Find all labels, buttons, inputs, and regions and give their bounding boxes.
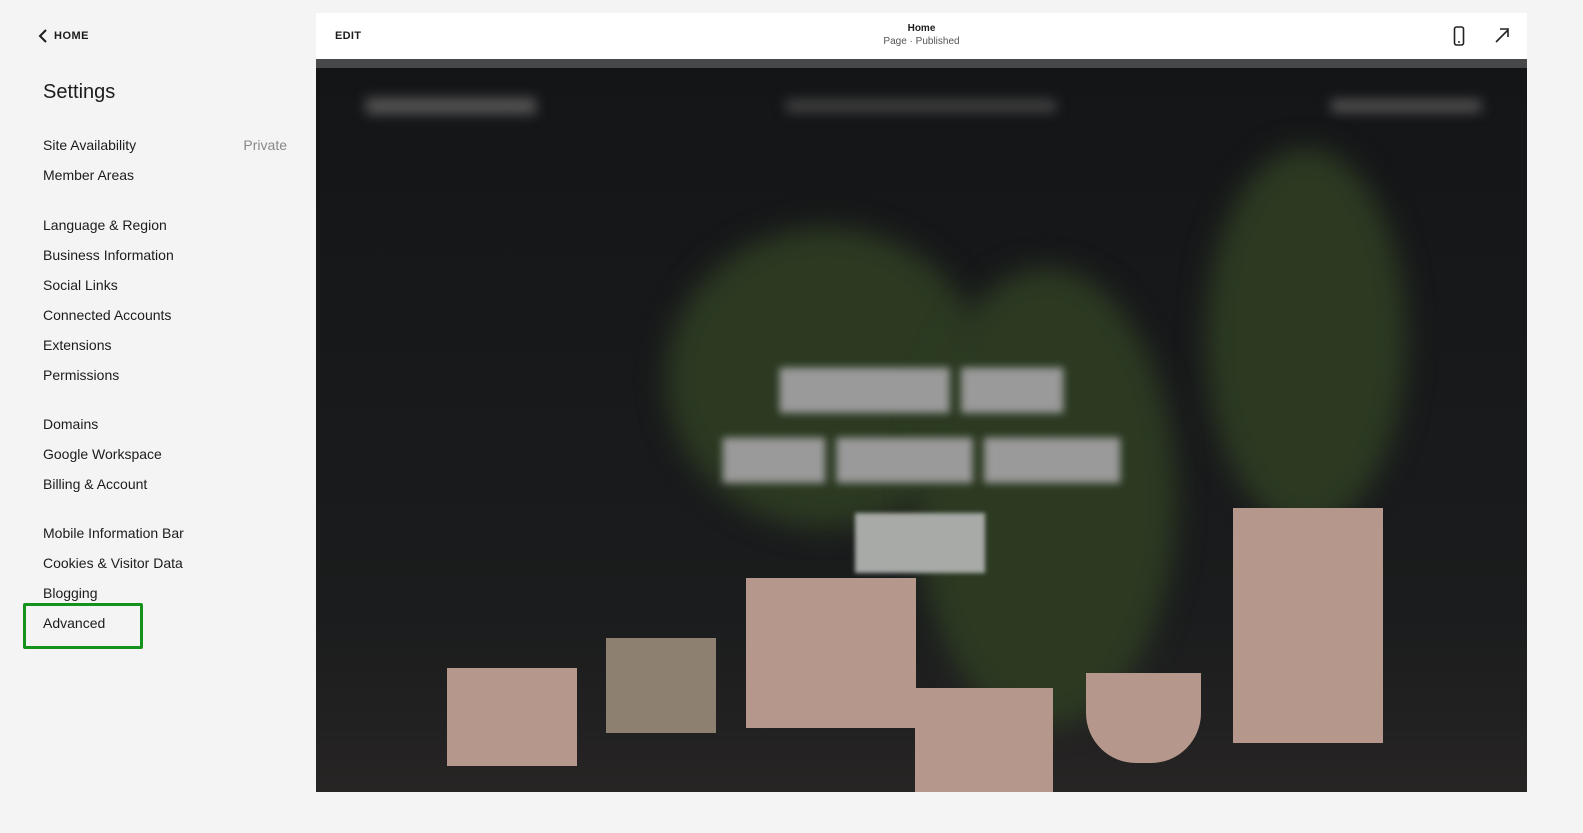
sidebar-item-extensions[interactable]: Extensions xyxy=(43,337,287,353)
sidebar-item-business-information[interactable]: Business Information xyxy=(43,247,287,263)
back-home-link[interactable]: HOME xyxy=(38,29,89,43)
edit-button[interactable]: EDIT xyxy=(335,30,361,42)
sidebar-item-permissions[interactable]: Permissions xyxy=(43,367,287,383)
pot xyxy=(746,578,916,728)
site-availability-value: Private xyxy=(243,137,287,153)
blurred-icons xyxy=(1331,100,1481,112)
preview-toolbar: EDIT Home Page · Published xyxy=(316,13,1527,59)
page-name: Home xyxy=(907,23,936,34)
pot xyxy=(1086,673,1201,763)
blurred-logo xyxy=(366,98,536,114)
mobile-icon[interactable] xyxy=(1453,26,1465,46)
site-preview-frame: EDIT Home Page · Published ▇▇▇▇▇ ▇▇▇ ▇▇▇ … xyxy=(316,13,1527,792)
back-home-label: HOME xyxy=(54,30,89,42)
preview-divider xyxy=(316,59,1527,68)
pot xyxy=(447,668,577,766)
page-info: Home Page · Published xyxy=(316,23,1527,47)
blurred-cta-button xyxy=(855,513,985,573)
chevron-left-icon xyxy=(38,29,47,43)
plant xyxy=(916,268,1176,728)
sidebar-item-google-workspace[interactable]: Google Workspace xyxy=(43,446,287,462)
sidebar-item-social-links[interactable]: Social Links xyxy=(43,277,287,293)
sidebar-item-billing-account[interactable]: Billing & Account xyxy=(43,476,287,492)
pot xyxy=(606,638,716,733)
page-status: Page · Published xyxy=(883,36,960,47)
sidebar-item-language-region[interactable]: Language & Region xyxy=(43,217,287,233)
pot xyxy=(915,688,1053,792)
sidebar-item-member-areas[interactable]: Member Areas xyxy=(43,167,287,183)
blurred-headline: ▇▇▇▇▇ ▇▇▇ ▇▇▇ ▇▇▇▇ ▇▇▇▇ xyxy=(723,363,1120,482)
sidebar-item-connected-accounts[interactable]: Connected Accounts xyxy=(43,307,287,323)
sidebar-item-cookies-visitor-data[interactable]: Cookies & Visitor Data xyxy=(43,555,287,571)
site-preview-image: ▇▇▇▇▇ ▇▇▇ ▇▇▇ ▇▇▇▇ ▇▇▇▇ xyxy=(316,68,1527,792)
sidebar-item-mobile-information-bar[interactable]: Mobile Information Bar xyxy=(43,525,287,541)
sidebar-item-blogging[interactable]: Blogging xyxy=(43,585,287,601)
sidebar-item-site-availability[interactable]: Site Availability Private xyxy=(43,137,287,153)
sidebar-item-domains[interactable]: Domains xyxy=(43,416,287,432)
blurred-nav xyxy=(786,100,1056,112)
page-title: Settings xyxy=(43,81,116,103)
pot xyxy=(1233,508,1383,743)
open-external-icon[interactable] xyxy=(1494,26,1510,44)
item-label: Site Availability xyxy=(43,137,137,153)
highlight-box xyxy=(23,603,143,649)
